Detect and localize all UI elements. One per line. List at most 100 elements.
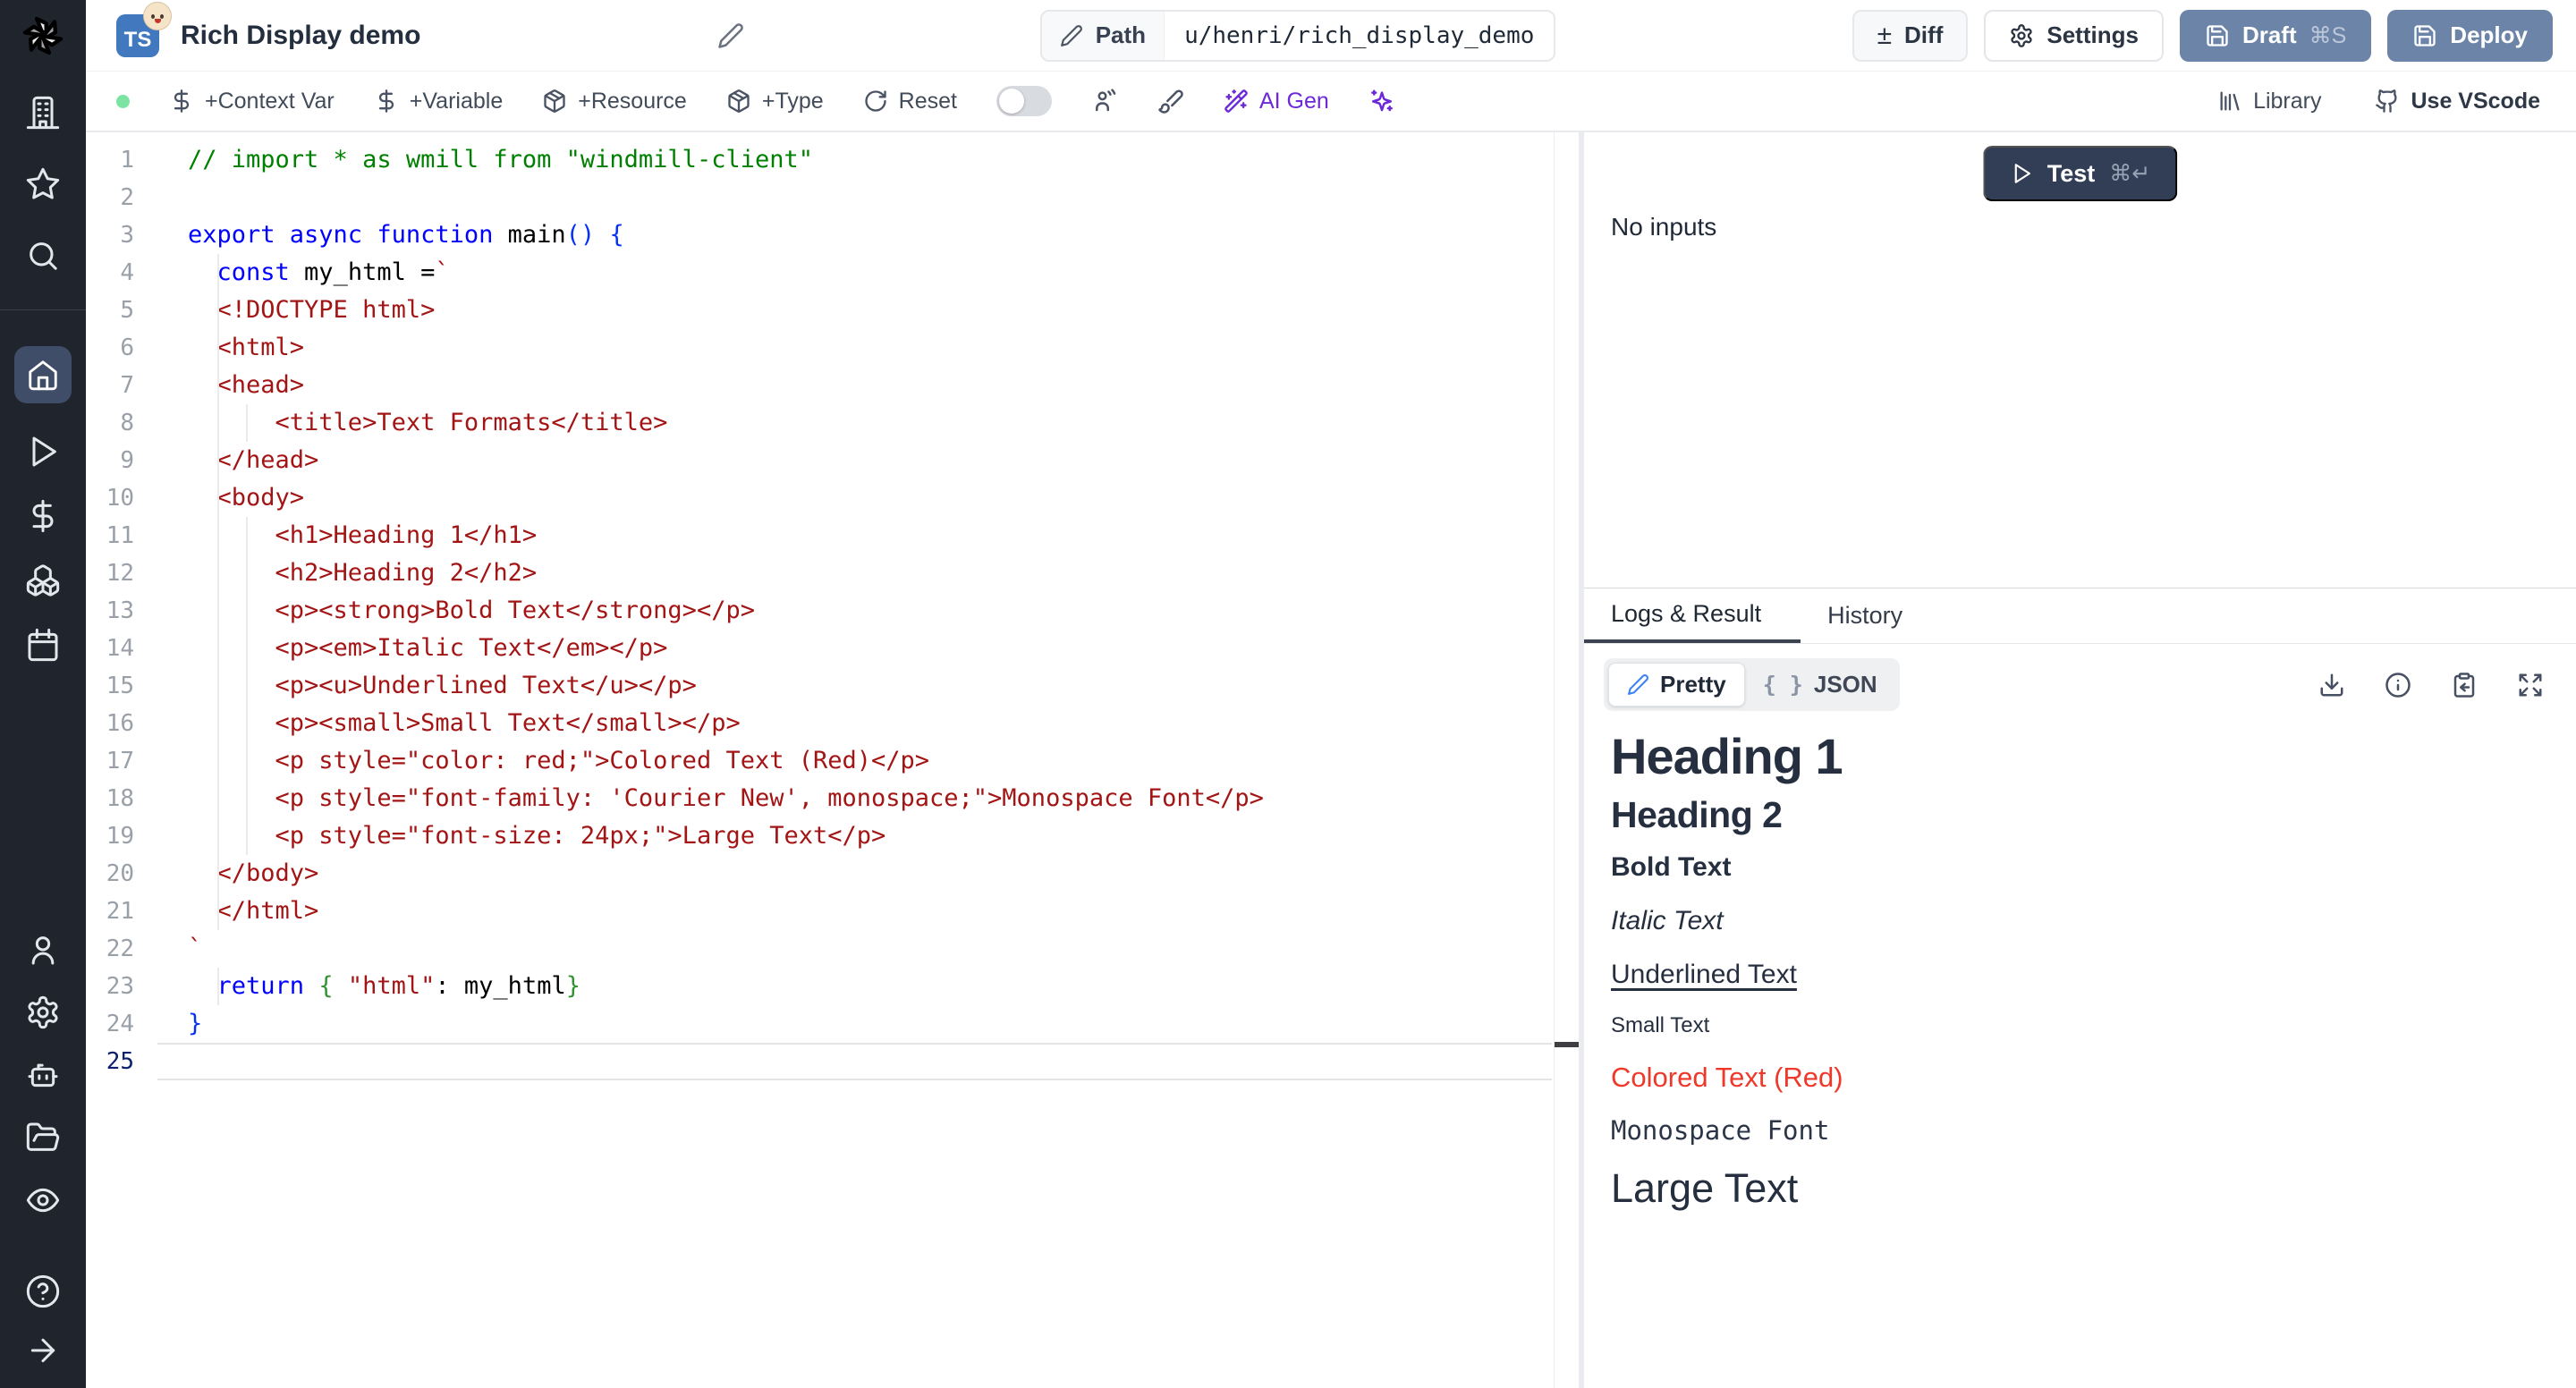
test-button[interactable]: Test ⌘↵ <box>1983 146 2177 201</box>
expand-icon[interactable] <box>2517 672 2544 698</box>
sidebar-item-home[interactable] <box>14 346 72 403</box>
result-h2: Heading 2 <box>1611 794 2549 836</box>
sidebar-item-workers[interactable] <box>25 1057 61 1093</box>
ai-gen-button[interactable]: AI Gen <box>1224 89 1329 114</box>
multiplayer-toggle[interactable] <box>996 86 1052 116</box>
code-line-20[interactable]: 20 </body> <box>86 855 1579 893</box>
code-line-8[interactable]: 8 <title>Text Formats</title> <box>86 404 1579 442</box>
code-text[interactable]: <p><small>Small Text</small></p> <box>157 705 1552 742</box>
format-paintbrush-icon[interactable] <box>1157 88 1184 114</box>
code-line-21[interactable]: 21 </html> <box>86 893 1579 930</box>
diff-button[interactable]: ± Diff <box>1852 10 1969 62</box>
code-text[interactable] <box>157 179 1552 216</box>
code-line-7[interactable]: 7 <head> <box>86 367 1579 404</box>
eye-icon <box>25 1182 61 1218</box>
code-text[interactable]: <body> <box>157 479 1552 517</box>
code-text[interactable]: <p><em>Italic Text</em></p> <box>157 630 1552 667</box>
add-type-button[interactable]: +Type <box>726 89 824 114</box>
code-editor[interactable]: 1// import * as wmill from "windmill-cli… <box>86 132 1579 1388</box>
code-line-3[interactable]: 3export async function main() { <box>86 216 1579 254</box>
info-icon[interactable] <box>2385 672 2411 698</box>
rendered-result: Heading 1Heading 2Bold TextItalic TextUn… <box>1584 711 2576 1224</box>
sidebar-item-workspace[interactable] <box>25 95 61 131</box>
sidebar-item-resources[interactable] <box>25 563 61 598</box>
code-text[interactable]: <p style="font-size: 24px;">Large Text</… <box>157 817 1552 855</box>
add-context-var-button[interactable]: +Context Var <box>169 89 335 114</box>
use-vscode-button[interactable]: Use VScode <box>2375 89 2540 114</box>
code-line-5[interactable]: 5 <!DOCTYPE html> <box>86 292 1579 329</box>
code-text[interactable]: <head> <box>157 367 1552 404</box>
code-line-15[interactable]: 15 <p><u>Underlined Text</u></p> <box>86 667 1579 705</box>
draft-button[interactable]: Draft ⌘S <box>2180 10 2371 62</box>
code-line-17[interactable]: 17 <p style="color: red;">Colored Text (… <box>86 742 1579 780</box>
sidebar-item-settings[interactable] <box>25 994 61 1030</box>
pretty-view-button[interactable]: Pretty <box>1608 663 1745 707</box>
code-line-22[interactable]: 22` <box>86 930 1579 968</box>
script-path-field[interactable]: Path u/henri/rich_display_demo <box>1040 10 1556 62</box>
sparkles-icon[interactable] <box>1368 88 1395 114</box>
code-line-19[interactable]: 19 <p style="font-size: 24px;">Large Tex… <box>86 817 1579 855</box>
code-line-18[interactable]: 18 <p style="font-family: 'Courier New',… <box>86 780 1579 817</box>
code-line-25[interactable]: 25 <box>86 1043 1579 1080</box>
code-text[interactable]: <p style="color: red;">Colored Text (Red… <box>157 742 1552 780</box>
code-line-6[interactable]: 6 <html> <box>86 329 1579 367</box>
pencil-icon <box>717 22 744 49</box>
code-line-4[interactable]: 4 const my_html =` <box>86 254 1579 292</box>
code-text[interactable]: </html> <box>157 893 1552 930</box>
code-text[interactable]: // import * as wmill from "windmill-clie… <box>157 141 1552 179</box>
editor-overview-ruler[interactable] <box>1554 132 1579 1388</box>
code-line-23[interactable]: 23 return { "html": my_html} <box>86 968 1579 1005</box>
code-text[interactable]: <p><u>Underlined Text</u></p> <box>157 667 1552 705</box>
add-resource-button[interactable]: +Resource <box>542 89 687 114</box>
code-text[interactable]: ` <box>157 930 1552 968</box>
code-line-1[interactable]: 1// import * as wmill from "windmill-cli… <box>86 141 1579 179</box>
sidebar-collapse-toggle[interactable] <box>25 1333 61 1368</box>
code-text[interactable]: <title>Text Formats</title> <box>157 404 1552 442</box>
tab-history[interactable]: History <box>1801 588 1942 643</box>
windmill-logo-icon[interactable] <box>20 13 66 59</box>
clipboard-copy-icon[interactable] <box>2451 672 2478 698</box>
tab-logs-result[interactable]: Logs & Result <box>1584 588 1801 643</box>
line-number: 25 <box>86 1048 157 1075</box>
code-line-14[interactable]: 14 <p><em>Italic Text</em></p> <box>86 630 1579 667</box>
sidebar-item-help[interactable] <box>25 1274 61 1309</box>
code-line-2[interactable]: 2 <box>86 179 1579 216</box>
code-text[interactable]: </head> <box>157 442 1552 479</box>
code-line-12[interactable]: 12 <h2>Heading 2</h2> <box>86 554 1579 592</box>
code-text[interactable]: <!DOCTYPE html> <box>157 292 1552 329</box>
code-line-16[interactable]: 16 <p><small>Small Text</small></p> <box>86 705 1579 742</box>
sidebar-item-folders[interactable] <box>25 1120 61 1155</box>
code-line-9[interactable]: 9 </head> <box>86 442 1579 479</box>
code-text[interactable]: const my_html =` <box>157 254 1552 292</box>
settings-button[interactable]: Settings <box>1984 10 2164 62</box>
sidebar-item-search[interactable] <box>25 238 61 274</box>
code-text[interactable]: } <box>157 1005 1552 1043</box>
add-variable-button[interactable]: +Variable <box>374 89 503 114</box>
sidebar-item-audit[interactable] <box>25 1182 61 1218</box>
code-text[interactable]: <h1>Heading 1</h1> <box>157 517 1552 554</box>
edit-summary-button[interactable] <box>717 22 744 49</box>
multiplayer-users-icon[interactable] <box>1091 88 1118 114</box>
code-text[interactable]: </body> <box>157 855 1552 893</box>
sidebar-item-variables[interactable] <box>25 498 61 534</box>
sidebar-item-favorites[interactable] <box>25 166 61 202</box>
code-text[interactable]: <h2>Heading 2</h2> <box>157 554 1552 592</box>
code-line-13[interactable]: 13 <p><strong>Bold Text</strong></p> <box>86 592 1579 630</box>
sidebar-item-users[interactable] <box>25 932 61 968</box>
reset-button[interactable]: Reset <box>863 89 957 114</box>
download-icon[interactable] <box>2318 672 2345 698</box>
code-text[interactable]: <p style="font-family: 'Courier New', mo… <box>157 780 1552 817</box>
sidebar-item-runs[interactable] <box>25 434 61 470</box>
library-button[interactable]: Library <box>2217 89 2321 114</box>
code-line-24[interactable]: 24} <box>86 1005 1579 1043</box>
code-text[interactable]: <p><strong>Bold Text</strong></p> <box>157 592 1552 630</box>
code-line-10[interactable]: 10 <body> <box>86 479 1579 517</box>
code-text[interactable] <box>157 1043 1552 1080</box>
code-text[interactable]: <html> <box>157 329 1552 367</box>
code-line-11[interactable]: 11 <h1>Heading 1</h1> <box>86 517 1579 554</box>
deploy-button[interactable]: Deploy <box>2387 10 2553 62</box>
code-text[interactable]: return { "html": my_html} <box>157 968 1552 1005</box>
code-text[interactable]: export async function main() { <box>157 216 1552 254</box>
json-view-button[interactable]: { } JSON <box>1745 664 1895 706</box>
sidebar-item-schedules[interactable] <box>25 627 61 663</box>
